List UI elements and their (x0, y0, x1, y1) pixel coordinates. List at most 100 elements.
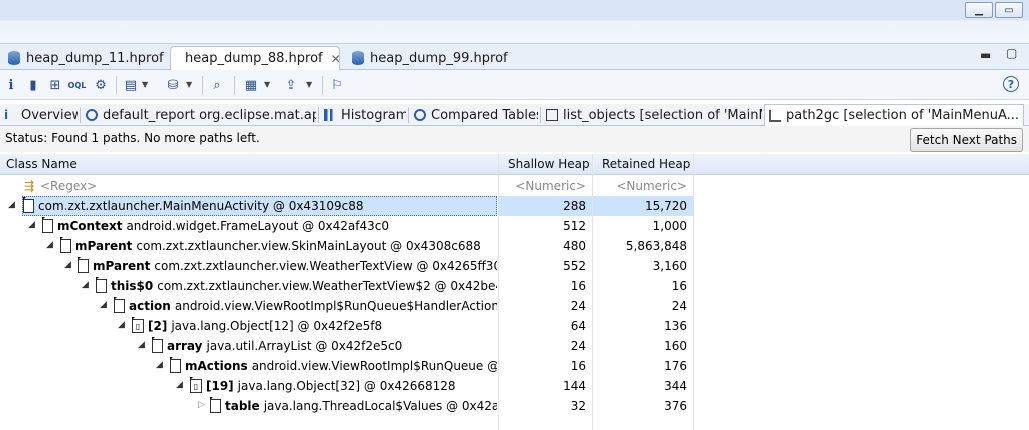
shallow-heap-cell: 24 (570, 339, 586, 353)
calculator-icon[interactable]: ▦ (242, 76, 260, 94)
tab-path2gc[interactable]: path2gc [selection of 'MainMenuA... ✕ (764, 104, 1024, 126)
column-header-shallow-heap[interactable]: Shallow Heap (508, 157, 590, 171)
retained-heap-cell: 15,720 (593, 196, 693, 216)
help-icon[interactable]: ? (1003, 76, 1019, 92)
column-header-class-name[interactable]: Class Name (6, 157, 77, 171)
regex-filter-input[interactable]: <Regex> (40, 179, 97, 193)
collapse-toggle-icon[interactable]: ▷ (198, 400, 205, 410)
class-name-cell: mContext android.widget.FrameLayout @ 0x… (42, 216, 497, 236)
close-tab-icon[interactable]: ✕ (331, 52, 341, 66)
tab-compared-tables[interactable]: Compared Tables (410, 104, 538, 126)
retained-filter-input[interactable]: <Numeric> (593, 176, 693, 196)
table-row[interactable]: ◢ mParent com.zxt.zxtlauncher.view.SkinM… (0, 236, 1029, 256)
chevron-down-icon[interactable]: ▼ (186, 80, 192, 89)
dominator-tree-icon[interactable]: ⊞ (46, 76, 64, 94)
expand-toggle-icon[interactable]: ◢ (176, 380, 183, 390)
expand-toggle-icon[interactable]: ◢ (82, 280, 89, 290)
object-icon (210, 399, 221, 413)
chevron-down-icon[interactable]: ▼ (306, 80, 312, 89)
tab-label: Compared Tables (431, 107, 538, 123)
query-browser-icon[interactable]: ⛁ (164, 76, 182, 94)
info-icon[interactable]: i (2, 76, 20, 94)
expand-toggle-icon[interactable]: ◢ (138, 340, 145, 350)
tab-label: heap_dump_88.hprof (185, 51, 323, 66)
class-name-cell: ▯ [19] java.lang.Object[32] @ 0x42668128 (190, 376, 497, 396)
maximize-button[interactable]: ▭ (995, 2, 1023, 18)
window-title-bar: ▁ ▭ (0, 0, 1029, 44)
tab-heap-dump-88[interactable]: heap_dump_88.hprof ✕ (170, 46, 341, 70)
chevron-down-icon[interactable]: ▼ (264, 80, 270, 89)
table-row[interactable]: ◢ com.zxt.zxtlauncher.MainMenuActivity @… (0, 196, 1029, 216)
object-icon (23, 199, 34, 213)
table-row[interactable]: ▷ table java.lang.ThreadLocal$Values @ 0… (0, 396, 1029, 416)
class-name: android.view.ViewRootImpl$RunQueue$Handl… (174, 299, 497, 313)
class-name-cell: com.zxt.zxtlauncher.MainMenuActivity @ 0… (22, 196, 497, 216)
class-name-cell: mParent com.zxt.zxtlauncher.view.SkinMai… (60, 236, 497, 256)
tab-heap-dump-11[interactable]: heap_dump_11.hprof (0, 46, 172, 70)
retained-heap-cell: 344 (664, 379, 687, 393)
tab-label: Histogram (341, 107, 406, 123)
class-name-cell: action android.view.ViewRootImpl$RunQueu… (114, 296, 497, 316)
retained-heap-cell: 176 (664, 359, 687, 373)
export-icon[interactable]: ⇪ (282, 76, 300, 94)
column-header-retained-heap[interactable]: Retained Heap (602, 157, 690, 171)
shallow-heap-cell: 288 (499, 196, 592, 216)
expand-toggle-icon[interactable]: ◢ (46, 240, 53, 250)
oql-icon[interactable]: OQL (68, 76, 87, 94)
table-row[interactable]: ◢ ▯ [19] java.lang.Object[32] @ 0x426681… (0, 376, 1029, 396)
tab-label: path2gc [selection of 'MainMenuA... (786, 108, 1020, 123)
document-icon (546, 109, 558, 121)
minimize-button[interactable]: ▁ (965, 2, 993, 18)
table-row[interactable]: ◢ action android.view.ViewRootImpl$RunQu… (0, 296, 1029, 316)
fetch-next-paths-button[interactable]: Fetch Next Paths (910, 128, 1023, 152)
search-icon[interactable]: ⌕ (208, 76, 226, 94)
array-icon: ▯ (132, 319, 144, 333)
chevron-down-icon[interactable]: ▼ (142, 80, 148, 89)
expand-toggle-icon[interactable]: ◢ (8, 200, 15, 210)
minimize-view-icon[interactable]: ▬ (980, 48, 991, 62)
maximize-view-icon[interactable]: ▢ (1006, 46, 1017, 60)
thread-overview-icon[interactable]: ⚙ (92, 76, 110, 94)
class-name: java.lang.ThreadLocal$Values @ 0x42af (263, 399, 497, 413)
tab-list-objects[interactable]: list_objects [selection of 'MainM... (542, 104, 762, 126)
expand-toggle-icon[interactable]: ◢ (118, 320, 125, 330)
tab-label: heap_dump_11.hprof (26, 50, 164, 66)
tab-heap-dump-99[interactable]: heap_dump_99.hprof (344, 46, 516, 70)
shallow-heap-cell: 512 (563, 219, 586, 233)
path-tree-icon (769, 109, 781, 122)
expand-toggle-icon[interactable]: ◢ (28, 220, 35, 230)
retained-heap-cell: 376 (664, 399, 687, 413)
expand-toggle-icon[interactable]: ◢ (156, 360, 163, 370)
table-row[interactable]: ◢ array java.util.ArrayList @ 0x42f2e5c0… (0, 336, 1029, 356)
table-row[interactable]: ◢ mParent com.zxt.zxtlauncher.view.Weath… (0, 256, 1029, 276)
shallow-heap-cell: 16 (570, 279, 586, 293)
regex-filter-cell[interactable]: ⇶ <Regex> (24, 176, 494, 196)
tab-histogram[interactable]: Histogram (320, 104, 406, 126)
tab-separator (540, 107, 541, 123)
shallow-filter-input[interactable]: <Numeric> (499, 176, 592, 196)
class-name-cell: this$0 com.zxt.zxtlauncher.view.WeatherT… (96, 276, 497, 296)
class-name-cell: mActions android.view.ViewRootImpl$RunQu… (170, 356, 497, 376)
shallow-heap-cell: 144 (563, 379, 586, 393)
expand-toggle-icon[interactable]: ◢ (100, 300, 107, 310)
table-row[interactable]: ◢ mContext android.widget.FrameLayout @ … (0, 216, 1029, 236)
table-row[interactable]: ◢ this$0 com.zxt.zxtlauncher.view.Weathe… (0, 276, 1029, 296)
histogram-icon[interactable]: ▮ (24, 76, 42, 94)
tab-overview[interactable]: i Overview (0, 104, 78, 126)
filter-row: ⇶ <Regex> <Numeric> <Numeric> (0, 176, 1029, 196)
table-row[interactable]: ◢ mActions android.view.ViewRootImpl$Run… (0, 356, 1029, 376)
toolbar-separator (116, 76, 117, 94)
table-row[interactable]: ◢ ▯ [2] java.lang.Object[12] @ 0x42f2e5f… (0, 316, 1029, 336)
shallow-heap-cell: 480 (563, 239, 586, 253)
info-icon: i (4, 108, 9, 122)
class-name: com.zxt.zxtlauncher.view.WeatherTextView… (157, 279, 497, 293)
path-table: Class Name Shallow Heap Retained Heap ⇶ … (0, 154, 1029, 430)
run-report-icon[interactable]: ▤ (122, 76, 140, 94)
field-name: action (129, 299, 171, 313)
class-name: java.lang.Object[12] @ 0x42f2e5f8 (171, 319, 383, 333)
pin-icon[interactable]: ⚐ (328, 76, 346, 94)
expand-toggle-icon[interactable]: ◢ (64, 260, 71, 270)
histogram-icon (324, 109, 336, 121)
tab-default-report[interactable]: default_report org.eclipse.mat.api... (82, 104, 316, 126)
class-name-cell: ▯ [2] java.lang.Object[12] @ 0x42f2e5f8 (132, 316, 497, 336)
